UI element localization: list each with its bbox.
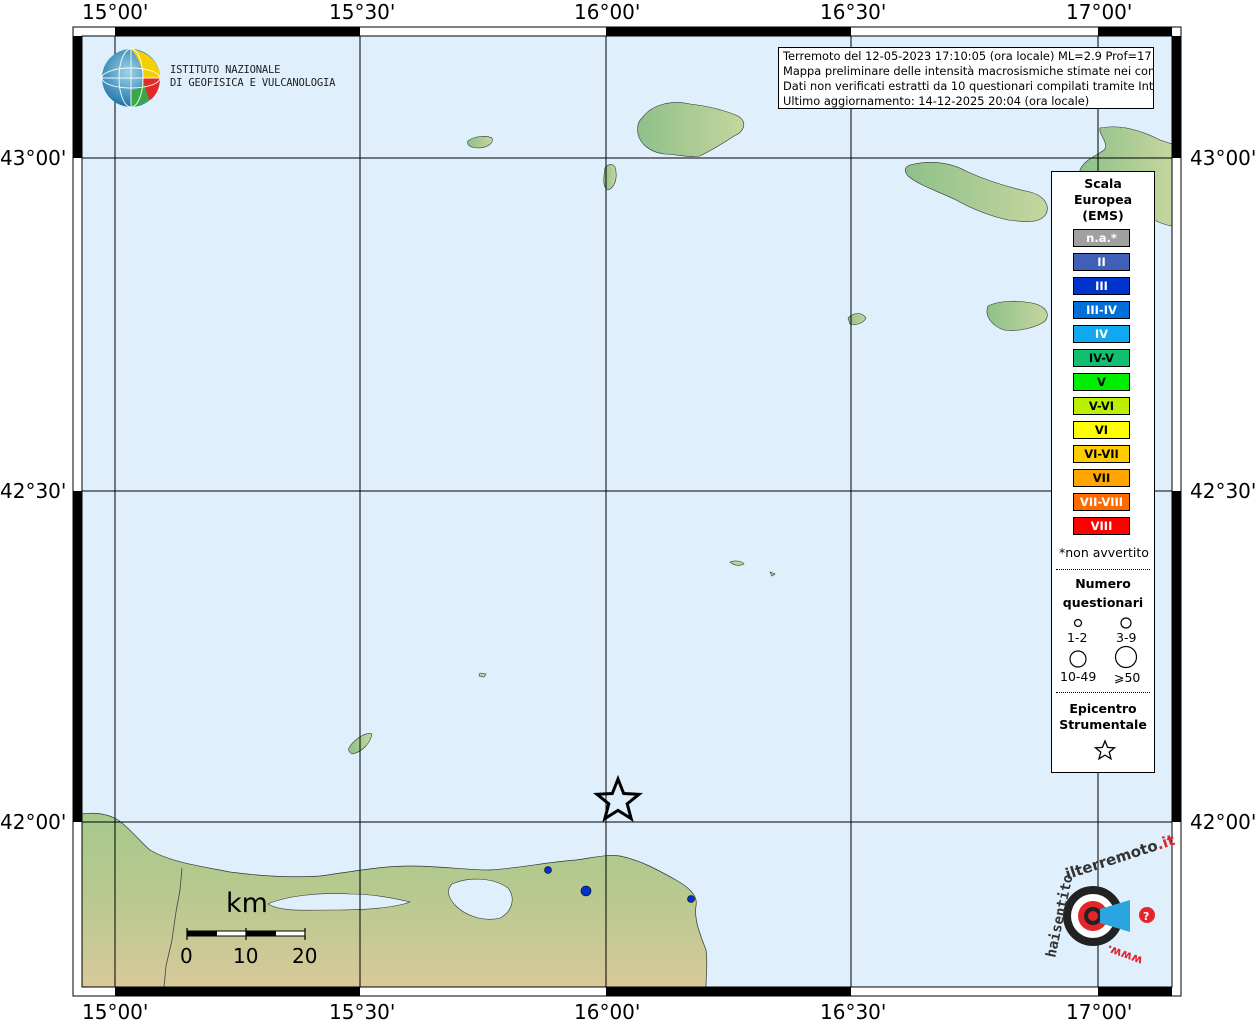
legend-swatch: II <box>1073 253 1130 271</box>
count-title-1: Numero <box>1075 576 1131 591</box>
legend-swatch: VII-VIII <box>1073 493 1130 511</box>
ingv-logo-icon <box>101 48 161 108</box>
lat-label-right-2: 42°30' <box>1190 479 1255 503</box>
legend-panel: Scala Europea (EMS) n.a.* II III III-IV IV IV… <box>1051 171 1155 773</box>
lon-label-bottom-5: 17°00' <box>1066 1000 1133 1024</box>
lon-label-top-3: 16°00' <box>574 0 641 24</box>
event-info-line-4: Ultimo aggiornamento: 14-12-2025 20:04 (… <box>783 94 1090 108</box>
legend-swatch: IV-V <box>1073 349 1130 367</box>
lat-label-left-3: 42°00' <box>0 810 67 834</box>
lat-label-right-1: 43°00' <box>1190 146 1255 170</box>
intensity-point[interactable] <box>580 885 592 897</box>
legend-title-3: (EMS) <box>1082 208 1124 223</box>
legend-divider <box>1056 569 1150 570</box>
intensity-point[interactable] <box>687 895 695 903</box>
intensity-point[interactable] <box>544 866 552 874</box>
lat-label-left-2: 42°30' <box>0 479 67 503</box>
sea-area <box>82 36 1172 987</box>
institute-name: ISTITUTO NAZIONALE DI GEOFISICA E VULCAN… <box>170 64 335 90</box>
legend-star-icon <box>1093 739 1117 761</box>
event-info-line-2: Mappa preliminare delle intensità macros… <box>783 64 1154 78</box>
legend-swatch: IV <box>1073 325 1130 343</box>
legend-divider <box>1056 692 1150 693</box>
not-felt-note: *non avvertito <box>1059 545 1149 560</box>
legend-swatch: n.a.* <box>1073 229 1130 247</box>
scale-unit-label: km <box>226 888 268 919</box>
legend-swatch: III-IV <box>1073 301 1130 319</box>
legend-swatch: VI-VII <box>1073 445 1130 463</box>
svg-text:?: ? <box>1143 910 1149 923</box>
legend-swatch: V <box>1073 373 1130 391</box>
lon-label-top-4: 16°30' <box>820 0 887 24</box>
lon-label-bottom-4: 16°30' <box>820 1000 887 1024</box>
legend-swatch: VIII <box>1073 517 1130 535</box>
count-label-10-49: 10-49 <box>1060 669 1097 684</box>
lon-label-bottom-2: 15°30' <box>329 1000 396 1024</box>
epicenter-title-2: Strumentale <box>1059 717 1147 732</box>
legend-swatch: III <box>1073 277 1130 295</box>
lat-label-right-3: 42°00' <box>1190 810 1255 834</box>
event-info-box: Terremoto del 12-05-2023 17:10:05 (ora l… <box>778 47 1154 109</box>
count-label-3-9: 3-9 <box>1116 630 1137 645</box>
lon-label-top-2: 15°30' <box>329 0 396 24</box>
lon-label-top-5: 17°00' <box>1066 0 1133 24</box>
lon-label-bottom-1: 15°00' <box>82 1000 149 1024</box>
count-label-50: ⩾50 <box>1114 670 1141 685</box>
legend-title-2: Europea <box>1073 192 1133 207</box>
legend-title-1: Scala <box>1084 176 1122 191</box>
institute-line-2: DI GEOFISICA E VULCANOLOGIA <box>170 77 336 89</box>
legend-swatch: VII <box>1073 469 1130 487</box>
legend-swatch: VI <box>1073 421 1130 439</box>
scale-tick-20: 20 <box>292 944 318 968</box>
count-label-1-2: 1-2 <box>1067 630 1088 645</box>
count-title-2: questionari <box>1062 595 1144 610</box>
lon-label-bottom-3: 16°00' <box>574 1000 641 1024</box>
lon-label-top-1: 15°00' <box>82 0 149 24</box>
scale-tick-0: 0 <box>180 944 193 968</box>
institute-line-1: ISTITUTO NAZIONALE <box>170 64 281 76</box>
event-info-line-3: Dati non verificati estratti da 10 quest… <box>783 79 1154 93</box>
legend-swatch: V-VI <box>1073 397 1130 415</box>
lat-label-left-1: 43°00' <box>0 146 67 170</box>
scale-tick-10: 10 <box>233 944 259 968</box>
epicenter-title-1: Epicentro <box>1069 701 1137 716</box>
event-info-line-1: Terremoto del 12-05-2023 17:10:05 (ora l… <box>783 49 1154 63</box>
